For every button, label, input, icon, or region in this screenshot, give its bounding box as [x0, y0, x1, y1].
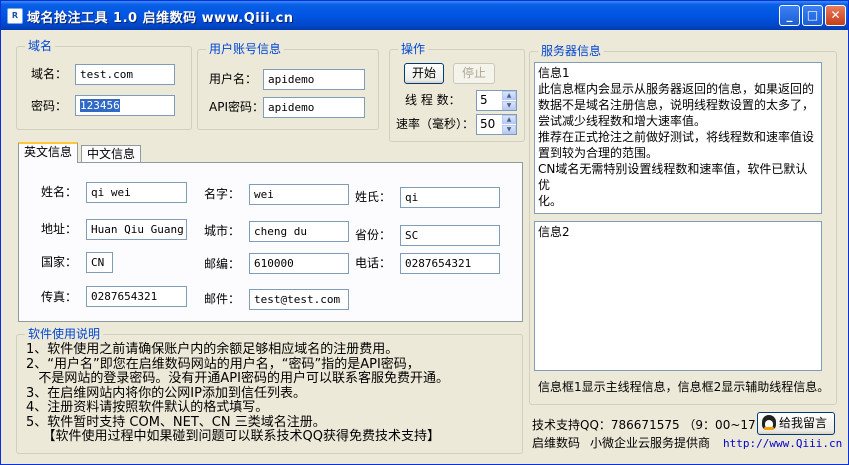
- instruction-line: 3、在启维网站内将你的公网IP添加到信任列表。: [26, 385, 306, 401]
- instructions-text: 1、软件使用之前请确保账户内的余额足够相应域名的注册费用。 2、“用户名”即您在…: [26, 342, 526, 445]
- zip-input[interactable]: 610000: [249, 253, 349, 274]
- account-group-title: 用户账号信息: [206, 42, 285, 56]
- instruction-line: 不是网站的登录密码。没有开通API密码的用户可以联系客服免费开通。: [26, 371, 449, 386]
- rate-spinner[interactable]: 50 ▲ ▼: [476, 114, 517, 135]
- info-box-1-line: 化。: [538, 194, 563, 208]
- minimize-button[interactable]: _: [779, 5, 800, 26]
- first-name-label: 名字：: [204, 187, 241, 201]
- threads-up-icon[interactable]: ▲: [502, 91, 516, 100]
- domain-label: 域名：: [31, 67, 68, 81]
- instruction-line: 5、软件暂时支持 COM、NET、CN 三类域名注册。: [26, 414, 326, 430]
- domain-group: 域名: [16, 39, 192, 130]
- domain-password-input[interactable]: 123456: [75, 95, 175, 116]
- api-password-label: API密码：: [209, 100, 264, 114]
- threads-value: 5: [480, 93, 488, 107]
- city-label: 城市：: [204, 224, 241, 238]
- domain-group-title: 域名: [25, 39, 56, 53]
- domain-input[interactable]: test.com: [75, 64, 175, 85]
- close-button[interactable]: ✕: [825, 5, 846, 26]
- info-box-1-line: 此信息框内会显示从服务器返回的信息，如果返回的: [538, 82, 815, 96]
- instruction-line: 4、注册资料请按照软件默认的格式填写。: [26, 400, 269, 415]
- last-name-input[interactable]: qi: [400, 187, 500, 208]
- maximize-button[interactable]: □: [802, 5, 823, 26]
- rate-label: 速率（毫秒）：: [396, 117, 475, 131]
- name-label: 姓名：: [41, 185, 78, 199]
- start-button[interactable]: 开始: [404, 63, 444, 84]
- info-box-1-line: 推荐在正式抢注之前做好测试，将线程数和速率值设: [538, 130, 815, 144]
- info-box-1-line: CN域名无需特别设置线程数和速率值，软件已默认优: [538, 162, 808, 192]
- email-input[interactable]: test@test.com: [249, 289, 349, 310]
- instructions-title: 软件使用说明: [25, 327, 104, 341]
- info-box-1[interactable]: 信息1 此信息框内会显示从服务器返回的信息，如果返回的 数据不是域名注册信息，说…: [534, 62, 822, 214]
- info-box-1-line: 置到较为合理的范围。: [538, 146, 659, 160]
- rate-value: 50: [480, 117, 496, 131]
- zip-label: 邮编：: [204, 257, 241, 271]
- server-info-title: 服务器信息: [538, 44, 605, 58]
- support-qq-text: 技术支持QQ：786671575 （9：00~17：00）: [532, 418, 795, 432]
- name-input[interactable]: qi wei: [86, 182, 187, 203]
- fax-input[interactable]: 0287654321: [86, 286, 187, 307]
- rate-up-icon[interactable]: ▲: [502, 115, 516, 124]
- username-label: 用户名：: [209, 72, 258, 86]
- address-label: 地址：: [41, 222, 78, 236]
- country-input[interactable]: CN: [86, 252, 113, 273]
- rate-spin-arrows: ▲ ▼: [502, 115, 516, 134]
- instruction-line: 2、“用户名”即您在启维数码网站的用户名，“密码”指的是API密码，: [26, 356, 420, 372]
- country-label: 国家：: [41, 255, 78, 269]
- api-password-input[interactable]: apidemo: [263, 97, 365, 118]
- info-box-2[interactable]: 信息2: [534, 221, 822, 371]
- info-box-2-title: 信息2: [538, 225, 570, 239]
- first-name-input[interactable]: wei: [249, 184, 349, 205]
- instruction-line: 【软件使用过程中如果碰到问题可以联系技术QQ获得免费技术支持】: [26, 429, 440, 444]
- tab-english-info[interactable]: 英文信息: [18, 142, 79, 163]
- phone-label: 电话：: [355, 256, 392, 270]
- app-window: R 域名抢注工具 1.0 启维数码 www.Qiii.cn _ □ ✕ 域名 域…: [0, 0, 849, 465]
- rate-down-icon[interactable]: ▼: [502, 125, 516, 134]
- address-input[interactable]: Huan Qiu Guang C: [86, 219, 187, 240]
- website-link[interactable]: http://www.Qiii.cn: [723, 436, 842, 452]
- title-bar[interactable]: R 域名抢注工具 1.0 启维数码 www.Qiii.cn _ □ ✕: [1, 1, 848, 30]
- fax-label: 传真：: [41, 290, 78, 304]
- qq-penguin-icon: [762, 415, 776, 430]
- threads-label: 线 程 数：: [405, 93, 461, 107]
- last-name-label: 姓氏：: [355, 190, 392, 204]
- info-box-1-line: 数据不是域名注册信息，说明线程数设置的太多了，: [538, 98, 815, 112]
- company-slogan: 小微企业云服务提供商: [590, 436, 711, 450]
- operation-group-title: 操作: [398, 42, 429, 56]
- leave-message-label: 给我留言: [779, 416, 828, 430]
- info-box-1-line: 尝试减少线程数和增大速率值。: [538, 114, 707, 128]
- threads-spin-arrows: ▲ ▼: [502, 91, 516, 110]
- stop-button[interactable]: 停止: [453, 63, 495, 84]
- leave-message-button[interactable]: 给我留言: [757, 412, 835, 435]
- instruction-line: 1、软件使用之前请确保账户内的余额足够相应域名的注册费用。: [26, 342, 399, 357]
- info-box-footnote: 信息框1显示主线程信息，信息框2显示辅助线程信息。: [538, 380, 830, 394]
- province-label: 省份：: [355, 228, 392, 242]
- threads-down-icon[interactable]: ▼: [502, 101, 516, 110]
- app-icon: R: [7, 8, 23, 24]
- threads-spinner[interactable]: 5 ▲ ▼: [476, 90, 517, 111]
- company-name: 启维数码: [532, 436, 581, 450]
- city-input[interactable]: cheng du: [249, 221, 349, 242]
- domain-password-value: 123456: [80, 99, 120, 112]
- username-input[interactable]: apidemo: [263, 69, 365, 90]
- window-title: 域名抢注工具 1.0 启维数码 www.Qiii.cn: [27, 11, 294, 26]
- info-box-1-title: 信息1: [538, 66, 570, 80]
- domain-password-label: 密码：: [31, 99, 68, 113]
- phone-input[interactable]: 0287654321: [400, 253, 500, 274]
- province-input[interactable]: SC: [400, 225, 500, 246]
- email-label: 邮件：: [204, 292, 241, 306]
